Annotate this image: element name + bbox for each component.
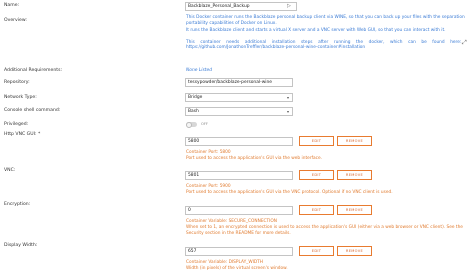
encryption-edit-button[interactable]: EDIT xyxy=(299,205,334,215)
encryption-description: When set to 1, an encrypted connection i… xyxy=(186,225,463,230)
display-width-label: Display Width: xyxy=(4,243,38,248)
console-shell-label: Console shell command: xyxy=(4,108,61,113)
encryption-description-2: Security section in the README for more … xyxy=(186,231,291,236)
http-vnc-gui-input[interactable]: 5800 xyxy=(185,137,293,146)
encryption-input[interactable]: 0 xyxy=(185,206,293,215)
additional-requirements-label: Additional Requirements: xyxy=(4,68,63,73)
console-shell-select[interactable]: Bash ▾ xyxy=(185,107,293,116)
chevron-down-icon: ▾ xyxy=(286,95,289,100)
encryption-label: Encryption: xyxy=(4,202,31,207)
http-vnc-gui-container-port: Container Port: 5800 xyxy=(186,150,231,155)
chevron-down-icon: ▾ xyxy=(286,109,289,114)
vnc-edit-button[interactable]: EDIT xyxy=(299,170,334,180)
toggle-knob xyxy=(186,121,192,128)
overview-link[interactable]: https://github.com/JonathonTreffler/back… xyxy=(186,45,471,51)
name-input[interactable]: Backblaze_Personal_Backup xyxy=(185,2,297,11)
encryption-container-variable: Container Variable: SECURE_CONNECTION xyxy=(186,219,278,224)
expand-icon[interactable]: ⤢ xyxy=(462,39,467,47)
privileged-toggle-label: OFF xyxy=(201,122,208,126)
display-width-input[interactable]: 657 xyxy=(185,247,293,256)
http-vnc-gui-remove-button[interactable]: REMOVE xyxy=(337,136,372,146)
vnc-container-port: Container Port: 5900 xyxy=(186,184,231,189)
vnc-input[interactable]: 5801 xyxy=(185,171,293,180)
overview-text: This Docker container runs the Backblaze… xyxy=(186,15,471,51)
overview-line-1: This Docker container runs the Backblaze… xyxy=(186,15,465,20)
privileged-toggle[interactable] xyxy=(186,121,197,128)
overview-line-3: It runs the Backblaze client and starts … xyxy=(186,28,446,34)
http-vnc-gui-description: Port used to access the application's GU… xyxy=(186,156,323,161)
repository-label: Repository: xyxy=(4,80,30,85)
privileged-label: Privileged: xyxy=(4,122,29,127)
additional-requirements-value: None Listed xyxy=(186,68,213,73)
network-type-value: Bridge xyxy=(188,95,203,100)
http-vnc-gui-label: Http VNC GUI: * xyxy=(4,132,41,137)
name-label: Name: xyxy=(4,3,20,8)
vnc-remove-button[interactable]: REMOVE xyxy=(337,170,372,180)
repository-input[interactable]: tessypowder/backblaze-personal-wine xyxy=(185,78,293,87)
display-width-description: Width (in pixels) of the virtual screen'… xyxy=(186,266,288,271)
encryption-remove-button[interactable]: REMOVE xyxy=(337,205,372,215)
network-type-select[interactable]: Bridge ▾ xyxy=(185,93,293,102)
overview-label: Overview: xyxy=(4,18,27,23)
vnc-label: VNC: xyxy=(4,168,16,173)
network-type-label: Network Type: xyxy=(4,95,37,100)
play-icon[interactable]: ▷ xyxy=(287,3,291,9)
console-shell-value: Bash xyxy=(188,109,199,114)
display-width-container-variable: Container Variable: DISPLAY_WIDTH xyxy=(186,260,264,265)
display-width-edit-button[interactable]: EDIT xyxy=(299,246,334,256)
vnc-description: Port used to access the application's GU… xyxy=(186,190,393,195)
display-width-remove-button[interactable]: REMOVE xyxy=(337,246,372,256)
http-vnc-gui-edit-button[interactable]: EDIT xyxy=(299,136,334,146)
